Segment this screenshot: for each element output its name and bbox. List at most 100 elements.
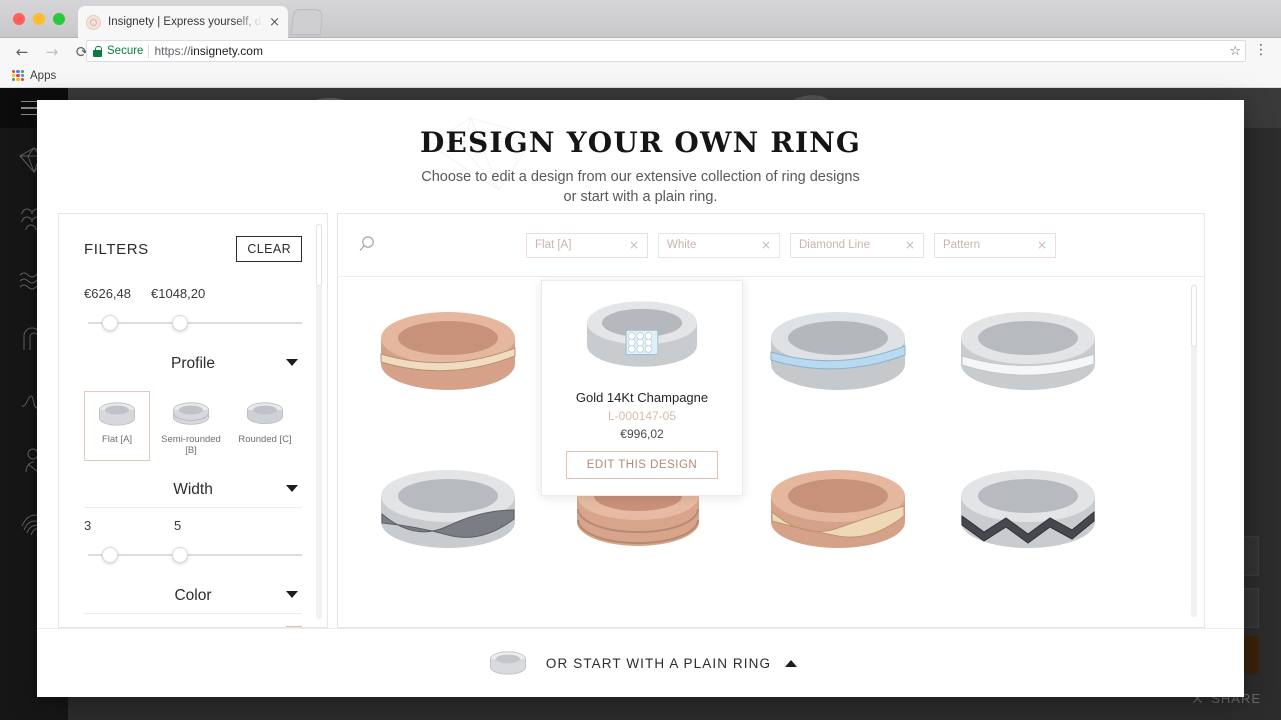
modal-body: FILTERS CLEAR €626,48 €1048,20 Profile F… <box>58 213 1205 628</box>
chevron-up-icon[interactable] <box>785 659 798 667</box>
price-range-labels: €626,48 €1048,20 <box>84 286 302 301</box>
design-your-own-ring-modal: DESIGN YOUR OWN RING Choose to edit a de… <box>37 100 1244 697</box>
search-icon[interactable] <box>356 234 378 256</box>
profile-semi-rounded-label: Semi-rounded [B] <box>161 434 221 456</box>
close-icon[interactable]: × <box>761 238 771 252</box>
apps-bookmark-label[interactable]: Apps <box>30 70 56 82</box>
width-group-header[interactable]: Width <box>84 471 302 507</box>
chip-label: Flat [A] <box>535 239 572 251</box>
bookmarks-bar: Apps <box>0 64 1281 88</box>
width-max-label: 5 <box>174 518 182 533</box>
ring-result-4[interactable] <box>348 445 548 575</box>
filter-chip-diamond-line[interactable]: Diamond Line × <box>790 232 924 258</box>
maximize-window-button[interactable] <box>53 13 65 25</box>
tab-title: Insignety | Express yourself, de <box>108 16 263 28</box>
close-icon[interactable]: × <box>1037 238 1047 252</box>
results-scrollbar[interactable] <box>1191 285 1197 617</box>
new-tab-button[interactable] <box>290 9 324 35</box>
filters-heading: FILTERS <box>84 240 149 258</box>
profile-options: Flat [A] Semi-rounded [B] Rounded [C] <box>84 381 302 465</box>
width-slider-min-handle[interactable] <box>102 547 118 563</box>
ring-result-7[interactable] <box>928 445 1128 575</box>
profile-option-semi-rounded[interactable]: Semi-rounded [B] <box>158 391 224 461</box>
price-max-label: €1048,20 <box>151 286 206 301</box>
back-icon[interactable]: ← <box>8 41 36 63</box>
color-group-header[interactable]: Color <box>84 577 302 613</box>
ring-flat-icon <box>99 402 135 426</box>
clear-filters-button[interactable]: CLEAR <box>236 236 302 262</box>
chip-label: White <box>667 239 697 251</box>
card-product-price: €996,02 <box>620 427 664 441</box>
window-controls <box>13 13 65 25</box>
bookmark-star-icon[interactable]: ☆ <box>1229 44 1241 59</box>
modal-header: DESIGN YOUR OWN RING Choose to edit a de… <box>37 100 1244 213</box>
start-with-plain-ring-bar[interactable]: OR START WITH A PLAIN RING <box>37 628 1244 697</box>
width-min-label: 3 <box>84 518 92 533</box>
selected-ring-card[interactable]: Gold 14Kt Champagne L-000147-05 €996,02 … <box>541 280 743 496</box>
price-slider-min-handle[interactable] <box>102 315 118 331</box>
width-slider-track <box>88 554 302 556</box>
price-range-slider[interactable] <box>84 309 302 339</box>
filter-chip-profile[interactable]: Flat [A] × <box>526 232 648 258</box>
results-panel: Flat [A] × White × Diamond Line × Patter… <box>337 213 1205 628</box>
sidebar-scrollbar-thumb[interactable] <box>316 224 322 286</box>
color-group-label: Color <box>174 587 212 604</box>
results-scrollbar-thumb[interactable] <box>1191 285 1197 347</box>
card-product-name: Gold 14Kt Champagne <box>575 390 709 405</box>
ring-result-2[interactable] <box>738 287 938 417</box>
plain-ring-label: OR START WITH A PLAIN RING <box>545 655 772 671</box>
filter-chip-pattern[interactable]: Pattern × <box>934 232 1056 258</box>
color-option-white[interactable]: White <box>84 614 302 627</box>
ring-wave-dark-icon <box>381 470 515 548</box>
ring-result-3[interactable] <box>928 287 1128 417</box>
ring-rounded-icon <box>247 402 283 424</box>
card-product-sku: L-000147-05 <box>607 409 677 423</box>
ring-wave-champagne-icon <box>771 470 905 548</box>
filter-chip-color[interactable]: White × <box>658 232 780 258</box>
ring-pave-champagne-icon <box>586 301 698 367</box>
edit-this-design-button[interactable]: EDIT THIS DESIGN <box>566 451 718 479</box>
price-min-label: €626,48 <box>84 286 131 301</box>
modal-subtitle-line1: Choose to edit a design from our extensi… <box>421 169 860 185</box>
price-slider-track <box>88 322 302 324</box>
price-slider-max-handle[interactable] <box>172 315 188 331</box>
ring-result-1[interactable] <box>348 287 548 417</box>
close-window-button[interactable] <box>13 13 25 25</box>
modal-subtitle-line2: or start with a plain ring. <box>563 189 718 205</box>
page-title: DESIGN YOUR OWN RING <box>419 126 862 159</box>
browser-menu-icon[interactable]: ⋮ <box>1254 43 1268 57</box>
ring-zigzag-black-icon <box>961 470 1095 548</box>
profile-group-header[interactable]: Profile <box>84 345 302 381</box>
width-range-slider[interactable] <box>84 541 302 571</box>
profile-flat-label: Flat [A] <box>101 434 133 445</box>
profile-option-flat[interactable]: Flat [A] <box>84 391 150 461</box>
plain-ring-icon <box>489 651 526 675</box>
chip-label: Pattern <box>943 239 981 251</box>
profile-option-rounded[interactable]: Rounded [C] <box>232 391 298 461</box>
profile-rounded-label: Rounded [C] <box>238 434 292 445</box>
address-bar[interactable]: Secure https://insignety.com <box>86 40 1246 62</box>
url-text: https://insignety.com <box>154 44 263 58</box>
chevron-down-icon[interactable] <box>286 359 298 366</box>
close-tab-icon[interactable]: × <box>269 16 280 29</box>
close-icon[interactable]: × <box>629 238 639 252</box>
chevron-down-icon[interactable] <box>286 591 298 598</box>
tab-strip: Insignety | Express yourself, de × <box>0 0 1281 38</box>
ring-semi-rounded-icon <box>173 402 209 425</box>
width-range-labels: 3 5 <box>84 518 302 533</box>
ring-result-6[interactable] <box>738 445 938 575</box>
forward-icon[interactable]: → <box>38 41 66 63</box>
ring-results-grid: Gold 14Kt Champagne L-000147-05 €996,02 … <box>338 277 1204 627</box>
filter-chips-bar: Flat [A] × White × Diamond Line × Patter… <box>338 214 1204 277</box>
profile-group-label: Profile <box>171 355 215 372</box>
apps-grid-icon[interactable] <box>12 69 24 82</box>
modal-subtitle: Choose to edit a design from our extensi… <box>37 167 1244 207</box>
divider <box>148 44 150 58</box>
close-icon[interactable]: × <box>905 238 915 252</box>
browser-tab[interactable]: Insignety | Express yourself, de × <box>78 6 288 38</box>
minimize-window-button[interactable] <box>33 13 45 25</box>
sidebar-scrollbar[interactable] <box>316 224 322 619</box>
filters-sidebar: FILTERS CLEAR €626,48 €1048,20 Profile F… <box>58 213 328 628</box>
chevron-down-icon[interactable] <box>286 485 298 492</box>
width-slider-max-handle[interactable] <box>172 547 188 563</box>
